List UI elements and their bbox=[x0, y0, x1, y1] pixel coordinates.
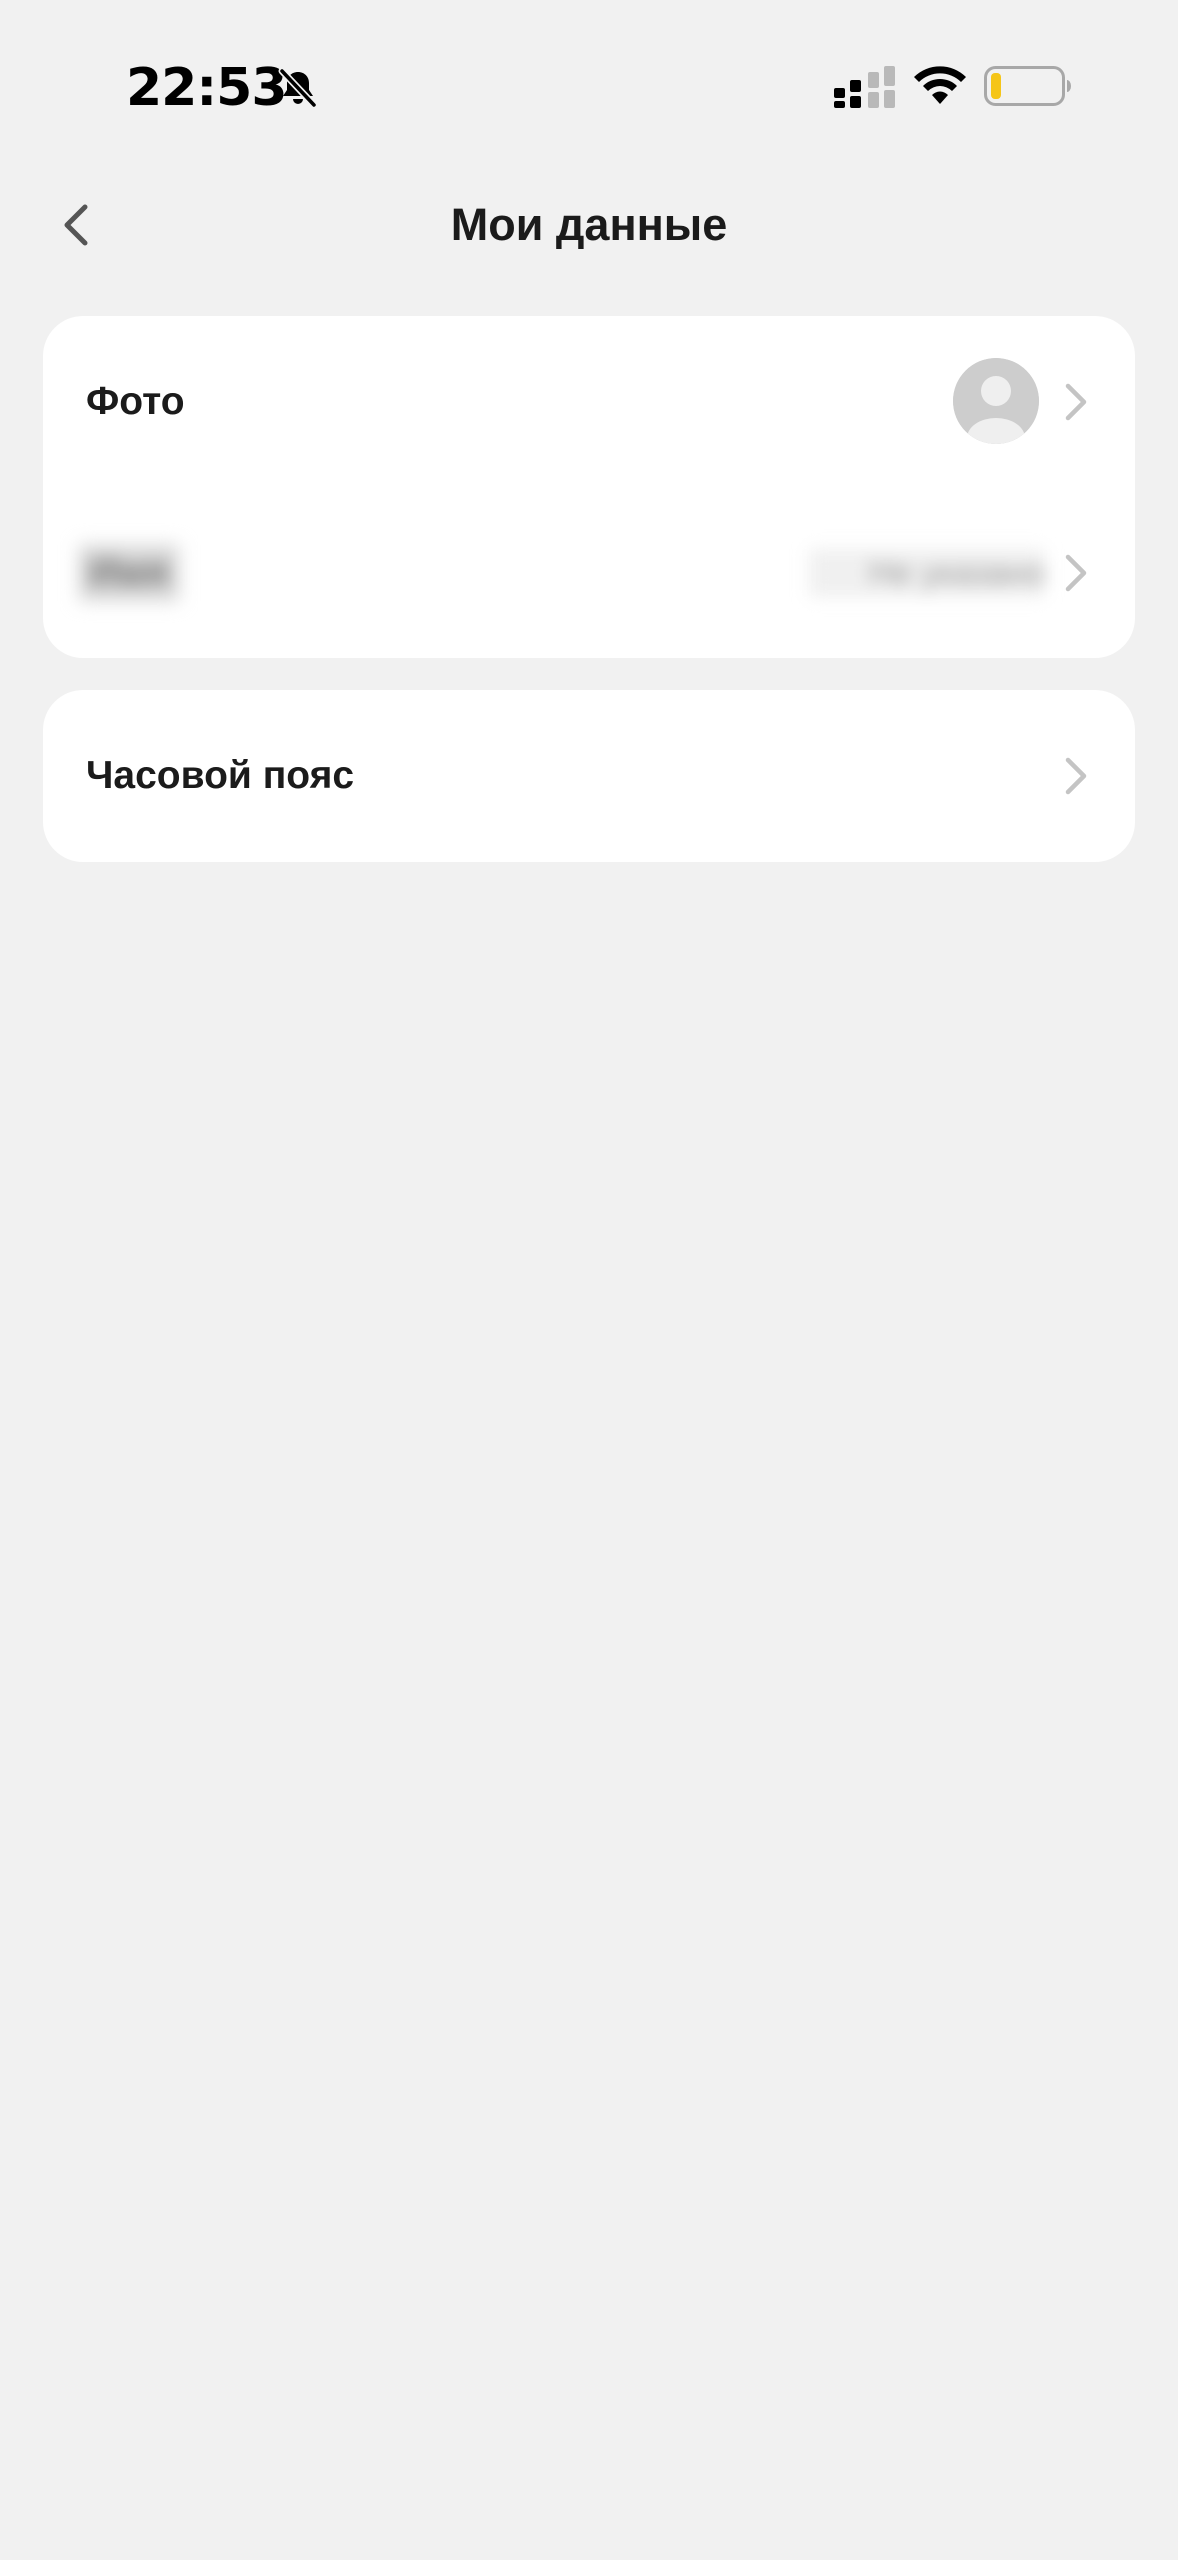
timezone-row[interactable]: Часовой пояс bbox=[43, 690, 1135, 862]
signal-icon bbox=[834, 66, 895, 108]
back-button[interactable] bbox=[46, 192, 106, 258]
timezone-card: Часовой пояс bbox=[43, 690, 1135, 862]
avatar bbox=[953, 358, 1039, 444]
name-label: Имя bbox=[79, 544, 179, 601]
user-placeholder-icon bbox=[953, 358, 1039, 444]
nav-header: Мои данные bbox=[0, 170, 1178, 280]
name-row[interactable]: Имя Не указано bbox=[43, 487, 1135, 658]
chevron-right-icon bbox=[1065, 554, 1087, 591]
timezone-label: Часовой пояс bbox=[86, 754, 355, 797]
wifi-icon bbox=[914, 66, 966, 104]
bell-slash-icon bbox=[278, 67, 318, 109]
profile-card: Фото Имя Не указано bbox=[43, 316, 1135, 658]
photo-row[interactable]: Фото bbox=[43, 316, 1135, 487]
photo-label: Фото bbox=[86, 379, 185, 423]
chevron-right-icon bbox=[1065, 383, 1087, 420]
chevron-right-icon bbox=[1065, 757, 1087, 795]
status-bar: 22:53 bbox=[0, 0, 1178, 150]
battery-icon bbox=[984, 66, 1071, 106]
name-value: Не указано bbox=[809, 548, 1045, 597]
chevron-left-icon bbox=[64, 204, 88, 246]
status-time: 22:53 bbox=[126, 58, 288, 118]
page-title: Мои данные bbox=[450, 199, 728, 250]
